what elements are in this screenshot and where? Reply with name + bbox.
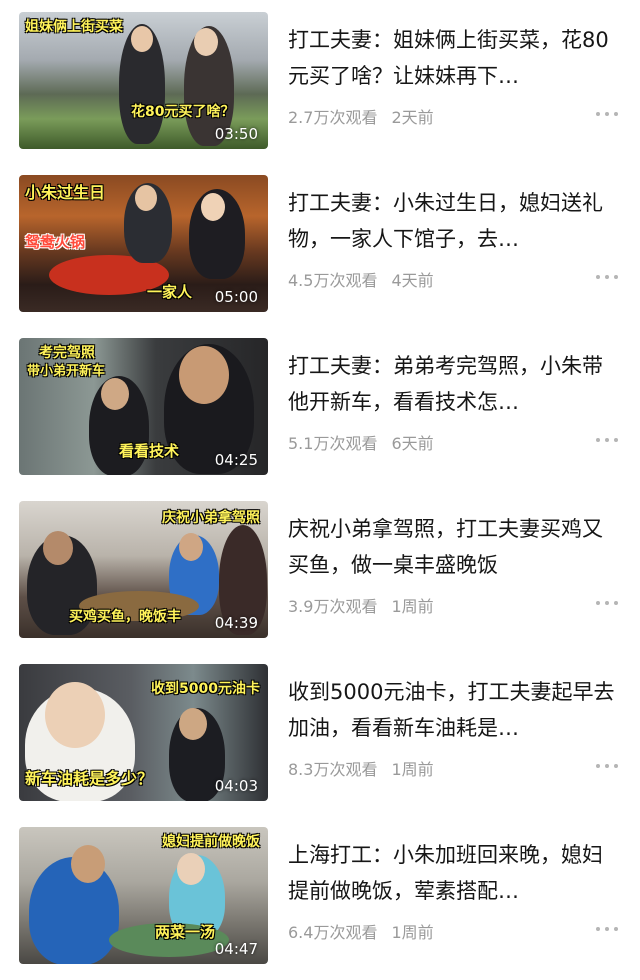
view-count: 4.5万次观看 bbox=[288, 271, 378, 290]
thumbnail-figure bbox=[131, 26, 153, 52]
video-thumbnail[interactable]: 收到5000元油卡 新车油耗是多少？ 04:03 bbox=[19, 664, 268, 801]
video-meta: 5.1万次观看 6天前 bbox=[288, 430, 434, 454]
video-title[interactable]: 收到5000元油卡，打工夫妻起早去加油，看看新车油耗是… bbox=[288, 674, 618, 746]
video-meta: 4.5万次观看 4天前 bbox=[288, 267, 434, 291]
thumbnail-bottom-caption: 两菜一汤 bbox=[155, 923, 216, 941]
upload-date: 2天前 bbox=[391, 108, 434, 127]
video-thumbnail[interactable]: 考完驾照 带小弟开新车 看看技术 04:25 bbox=[19, 338, 268, 475]
video-item[interactable]: 姐妹俩上街买菜 花80元买了啥？ 03:50 打工夫妻：姐妹俩上街买菜，花80元… bbox=[0, 12, 640, 152]
thumbnail-figure bbox=[179, 708, 207, 740]
thumbnail-caption: 媳妇提前做晚饭 bbox=[162, 834, 260, 850]
thumbnail-bottom-caption: 买鸡买鱼，晚饭丰 bbox=[69, 609, 181, 625]
video-title[interactable]: 打工夫妻：姐妹俩上街买菜，花80元买了啥？让妹妹再下… bbox=[288, 22, 618, 94]
thumbnail-figure bbox=[179, 533, 203, 561]
video-duration: 03:50 bbox=[214, 125, 258, 143]
video-duration: 04:47 bbox=[214, 940, 258, 958]
video-thumbnail[interactable]: 小朱过生日 鸳鸯火锅 一家人 05:00 bbox=[19, 175, 268, 312]
thumbnail-bottom-caption: 花80元买了啥？ bbox=[131, 104, 235, 120]
upload-date: 1周前 bbox=[391, 597, 434, 616]
more-dots-icon[interactable] bbox=[596, 762, 618, 770]
video-title[interactable]: 打工夫妻：弟弟考完驾照，小朱带他开新车，看看技术怎… bbox=[288, 348, 618, 420]
thumbnail-caption: 庆祝小弟拿驾照 bbox=[162, 510, 260, 526]
video-title[interactable]: 上海打工：小朱加班回来晚，媳妇提前做晚饭，荤素搭配… bbox=[288, 837, 618, 909]
more-dots-icon[interactable] bbox=[596, 436, 618, 444]
view-count: 6.4万次观看 bbox=[288, 923, 378, 942]
thumbnail-figure bbox=[101, 378, 129, 410]
thumbnail-caption-2: 带小弟开新车 bbox=[27, 364, 106, 379]
thumbnail-bottom-caption: 新车油耗是多少？ bbox=[25, 769, 154, 788]
thumbnail-red-caption: 鸳鸯火锅 bbox=[25, 233, 86, 251]
thumbnail-caption: 考完驾照 bbox=[39, 345, 95, 361]
video-item[interactable]: 媳妇提前做晚饭 两菜一汤 04:47 上海打工：小朱加班回来晚，媳妇提前做晚饭，… bbox=[0, 827, 640, 967]
thumbnail-figure bbox=[135, 185, 157, 211]
thumbnail-figure bbox=[179, 346, 229, 404]
video-title[interactable]: 打工夫妻：小朱过生日，媳妇送礼物，一家人下馆子，去… bbox=[288, 185, 618, 257]
view-count: 5.1万次观看 bbox=[288, 434, 378, 453]
video-meta: 8.3万次观看 1周前 bbox=[288, 756, 434, 780]
thumbnail-caption: 姐妹俩上街买菜 bbox=[25, 19, 123, 35]
video-title[interactable]: 庆祝小弟拿驾照，打工夫妻买鸡又买鱼，做一桌丰盛晚饭 bbox=[288, 511, 618, 583]
thumbnail-caption: 收到5000元油卡 bbox=[151, 681, 260, 697]
thumbnail-figure bbox=[177, 853, 205, 885]
video-duration: 05:00 bbox=[214, 288, 258, 306]
view-count: 2.7万次观看 bbox=[288, 108, 378, 127]
view-count: 8.3万次观看 bbox=[288, 760, 378, 779]
video-duration: 04:39 bbox=[214, 614, 258, 632]
upload-date: 6天前 bbox=[391, 434, 434, 453]
video-thumbnail[interactable]: 姐妹俩上街买菜 花80元买了啥？ 03:50 bbox=[19, 12, 268, 149]
upload-date: 4天前 bbox=[391, 271, 434, 290]
thumbnail-figure bbox=[43, 531, 73, 565]
thumbnail-figure bbox=[71, 845, 105, 883]
thumbnail-figure bbox=[201, 193, 225, 221]
thumbnail-figure bbox=[45, 682, 105, 748]
video-item[interactable]: 小朱过生日 鸳鸯火锅 一家人 05:00 打工夫妻：小朱过生日，媳妇送礼物，一家… bbox=[0, 175, 640, 315]
thumbnail-bottom-caption: 看看技术 bbox=[119, 442, 180, 460]
video-duration: 04:03 bbox=[214, 777, 258, 795]
video-item[interactable]: 庆祝小弟拿驾照 买鸡买鱼，晚饭丰 04:39 庆祝小弟拿驾照，打工夫妻买鸡又买鱼… bbox=[0, 501, 640, 641]
thumbnail-bottom-caption: 一家人 bbox=[147, 283, 193, 301]
upload-date: 1周前 bbox=[391, 923, 434, 942]
thumbnail-caption: 小朱过生日 bbox=[25, 183, 106, 202]
video-meta: 2.7万次观看 2天前 bbox=[288, 104, 434, 128]
more-dots-icon[interactable] bbox=[596, 599, 618, 607]
more-dots-icon[interactable] bbox=[596, 273, 618, 281]
video-item[interactable]: 考完驾照 带小弟开新车 看看技术 04:25 打工夫妻：弟弟考完驾照，小朱带他开… bbox=[0, 338, 640, 478]
more-dots-icon[interactable] bbox=[596, 110, 618, 118]
video-item[interactable]: 收到5000元油卡 新车油耗是多少？ 04:03 收到5000元油卡，打工夫妻起… bbox=[0, 664, 640, 804]
upload-date: 1周前 bbox=[391, 760, 434, 779]
video-meta: 3.9万次观看 1周前 bbox=[288, 593, 434, 617]
view-count: 3.9万次观看 bbox=[288, 597, 378, 616]
more-dots-icon[interactable] bbox=[596, 925, 618, 933]
video-thumbnail[interactable]: 媳妇提前做晚饭 两菜一汤 04:47 bbox=[19, 827, 268, 964]
video-list: 姐妹俩上街买菜 花80元买了啥？ 03:50 打工夫妻：姐妹俩上街买菜，花80元… bbox=[0, 0, 640, 980]
video-thumbnail[interactable]: 庆祝小弟拿驾照 买鸡买鱼，晚饭丰 04:39 bbox=[19, 501, 268, 638]
thumbnail-figure bbox=[194, 28, 218, 56]
video-duration: 04:25 bbox=[214, 451, 258, 469]
video-meta: 6.4万次观看 1周前 bbox=[288, 919, 434, 943]
